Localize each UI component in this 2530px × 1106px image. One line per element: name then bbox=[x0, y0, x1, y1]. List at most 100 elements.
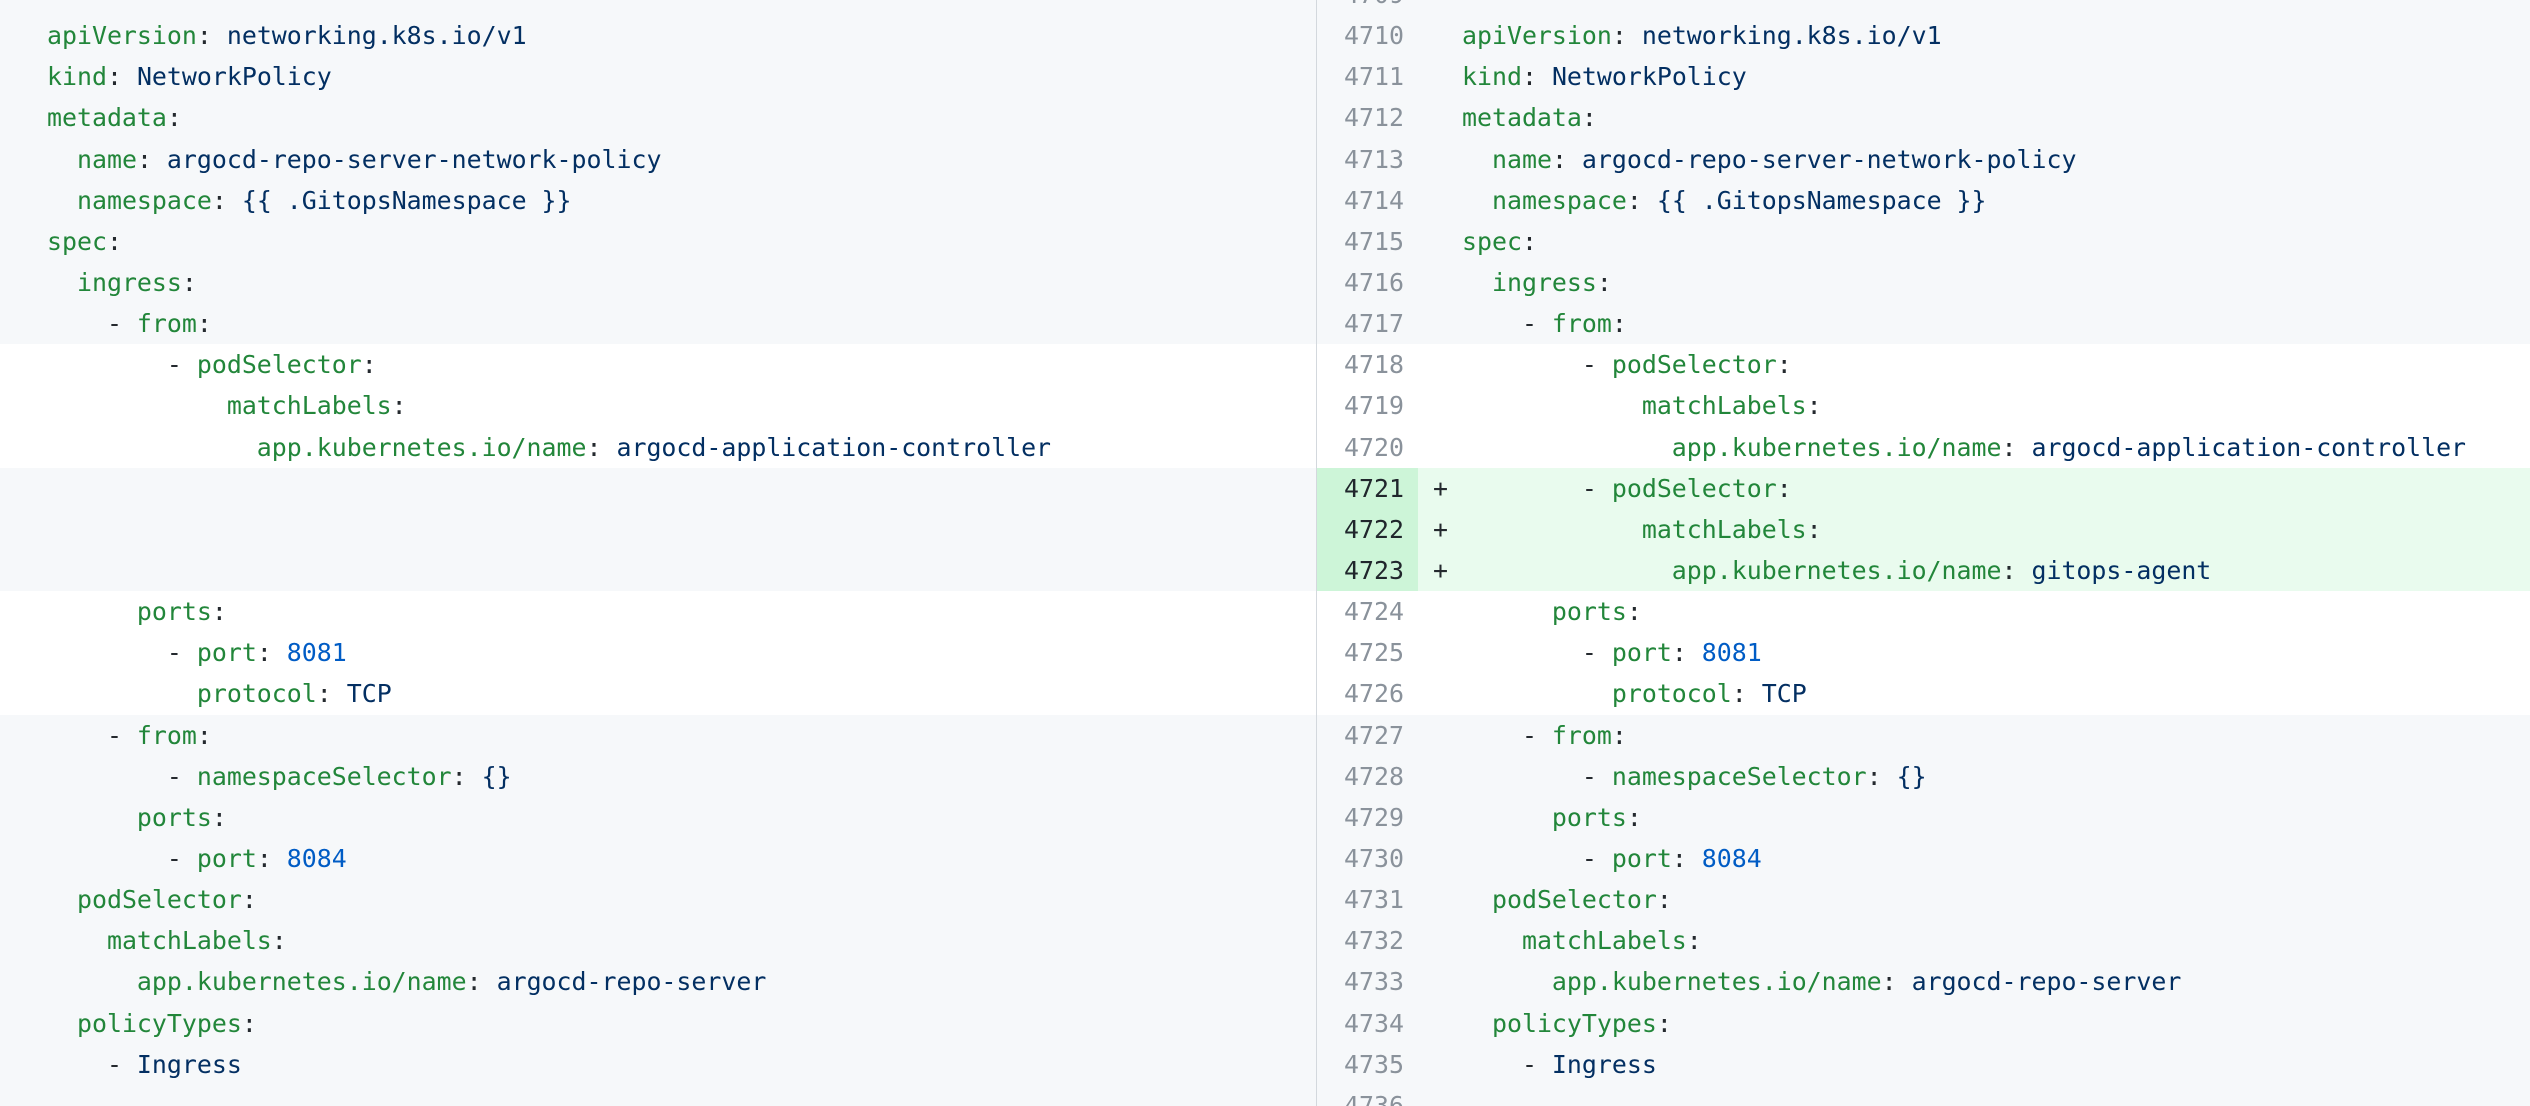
code-segment: ports bbox=[1552, 597, 1627, 626]
line-number[interactable]: 4723 bbox=[1317, 550, 1418, 591]
line-number[interactable]: 4718 bbox=[1317, 344, 1418, 385]
code-segment: protocol bbox=[1612, 679, 1732, 708]
code-segment: - bbox=[1462, 474, 1612, 503]
line-number[interactable]: 4715 bbox=[1317, 221, 1418, 262]
code-segment: Ingress bbox=[1552, 1050, 1657, 1079]
line-number[interactable]: 4719 bbox=[1317, 385, 1418, 426]
code-segment bbox=[47, 1009, 77, 1038]
code-line-old: - port: 8084 bbox=[0, 838, 1316, 879]
old-code-row: spec: bbox=[0, 221, 1316, 262]
line-number[interactable]: 4728 bbox=[1317, 756, 1418, 797]
old-code-row: policyTypes: bbox=[0, 1003, 1316, 1044]
code-line-new: - podSelector: bbox=[1418, 344, 2530, 385]
line-number[interactable]: 4733 bbox=[1317, 961, 1418, 1002]
code-segment: namespaceSelector bbox=[1612, 762, 1867, 791]
old-empty-placeholder-row bbox=[0, 468, 1316, 509]
old-code-row: app.kubernetes.io/name: argocd-applicati… bbox=[0, 427, 1316, 468]
code-segment: NetworkPolicy bbox=[137, 62, 332, 91]
code-segment bbox=[47, 967, 137, 996]
code-line-old: spec: bbox=[0, 221, 1316, 262]
line-number[interactable]: 4717 bbox=[1317, 303, 1418, 344]
code-segment: {} bbox=[1897, 762, 1927, 791]
code-segment: networking.k8s.io/v1 bbox=[1642, 21, 1942, 50]
line-number[interactable]: 4709 bbox=[1317, 0, 1418, 15]
code-segment bbox=[47, 391, 227, 420]
line-number[interactable]: 4725 bbox=[1317, 632, 1418, 673]
code-segment: : bbox=[1807, 391, 1822, 420]
code-line-new: namespace: {{ .GitopsNamespace }} bbox=[1418, 180, 2530, 221]
line-number[interactable]: 4722 bbox=[1317, 509, 1418, 550]
code-segment bbox=[1462, 597, 1552, 626]
line-number[interactable]: 4727 bbox=[1317, 715, 1418, 756]
line-number[interactable]: 4724 bbox=[1317, 591, 1418, 632]
diff-new-panel: 4709---4710apiVersion: networking.k8s.io… bbox=[1316, 0, 2530, 1106]
new-code-row: 4710apiVersion: networking.k8s.io/v1 bbox=[1317, 15, 2530, 56]
code-segment: : bbox=[167, 103, 182, 132]
code-line-new: - namespaceSelector: {} bbox=[1418, 756, 2530, 797]
code-segment: : bbox=[317, 679, 347, 708]
code-line-old: app.kubernetes.io/name: argocd-applicati… bbox=[0, 427, 1316, 468]
old-empty-placeholder-row bbox=[0, 509, 1316, 550]
line-number[interactable]: 4736 bbox=[1317, 1085, 1418, 1106]
code-segment bbox=[1462, 926, 1522, 955]
code-line-new: policyTypes: bbox=[1418, 1003, 2530, 1044]
line-number[interactable]: 4726 bbox=[1317, 673, 1418, 714]
line-number[interactable]: 4710 bbox=[1317, 15, 1418, 56]
code-line-new: app.kubernetes.io/name: argocd-applicati… bbox=[1418, 427, 2530, 468]
line-number[interactable]: 4712 bbox=[1317, 97, 1418, 138]
line-number[interactable]: 4713 bbox=[1317, 139, 1418, 180]
new-code-row: 4729 ports: bbox=[1317, 797, 2530, 838]
new-code-row: 4733 app.kubernetes.io/name: argocd-repo… bbox=[1317, 961, 2530, 1002]
old-code-row: name: argocd-repo-server-network-policy bbox=[0, 139, 1316, 180]
code-segment: : bbox=[1612, 21, 1642, 50]
old-code-row: --- bbox=[0, 0, 1316, 15]
code-segment: - bbox=[47, 638, 197, 667]
code-segment: apiVersion bbox=[47, 21, 197, 50]
code-line-old: - from: bbox=[0, 303, 1316, 344]
new-code-row: 4714 namespace: {{ .GitopsNamespace }} bbox=[1317, 180, 2530, 221]
code-line-new: - from: bbox=[1418, 303, 2530, 344]
code-segment: {} bbox=[482, 762, 512, 791]
code-segment: gitops-agent bbox=[2031, 556, 2211, 585]
line-number[interactable]: 4720 bbox=[1317, 427, 1418, 468]
code-segment: port bbox=[197, 844, 257, 873]
code-line-new: name: argocd-repo-server-network-policy bbox=[1418, 139, 2530, 180]
line-number[interactable]: 4731 bbox=[1317, 879, 1418, 920]
code-segment bbox=[1462, 556, 1672, 585]
code-segment: : bbox=[1672, 638, 1702, 667]
code-segment: kind bbox=[1462, 62, 1522, 91]
code-segment: : bbox=[1807, 515, 1822, 544]
code-segment bbox=[1462, 885, 1492, 914]
line-number[interactable]: 4729 bbox=[1317, 797, 1418, 838]
code-line-old: matchLabels: bbox=[0, 385, 1316, 426]
code-segment: 8081 bbox=[287, 638, 347, 667]
code-segment bbox=[47, 679, 197, 708]
code-segment: : bbox=[272, 926, 287, 955]
line-number[interactable]: 4734 bbox=[1317, 1003, 1418, 1044]
line-number[interactable]: 4735 bbox=[1317, 1044, 1418, 1085]
new-code-row: 4724 ports: bbox=[1317, 591, 2530, 632]
code-segment bbox=[1462, 145, 1492, 174]
code-segment: : bbox=[242, 885, 257, 914]
line-number[interactable]: 4714 bbox=[1317, 180, 1418, 221]
code-line-old bbox=[0, 550, 1316, 591]
line-number[interactable]: 4721 bbox=[1317, 468, 1418, 509]
code-segment: : bbox=[1687, 926, 1702, 955]
line-number[interactable]: 4730 bbox=[1317, 838, 1418, 879]
code-segment: : bbox=[1552, 145, 1582, 174]
new-code-row: 4726 protocol: TCP bbox=[1317, 673, 2530, 714]
line-number[interactable]: 4716 bbox=[1317, 262, 1418, 303]
code-segment: podSelector bbox=[197, 350, 362, 379]
code-line-old: namespace: {{ .GitopsNamespace }} bbox=[0, 180, 1316, 221]
code-segment bbox=[47, 433, 257, 462]
code-segment: Ingress bbox=[137, 1050, 242, 1079]
code-line-old: - namespaceSelector: {} bbox=[0, 756, 1316, 797]
line-number[interactable]: 4732 bbox=[1317, 920, 1418, 961]
old-code-row: - Ingress bbox=[0, 1044, 1316, 1085]
code-segment bbox=[1462, 433, 1672, 462]
code-segment: argocd-repo-server bbox=[497, 967, 767, 996]
line-number[interactable]: 4711 bbox=[1317, 56, 1418, 97]
code-segment bbox=[1462, 515, 1642, 544]
old-code-row: - namespaceSelector: {} bbox=[0, 756, 1316, 797]
code-line-old: matchLabels: bbox=[0, 920, 1316, 961]
